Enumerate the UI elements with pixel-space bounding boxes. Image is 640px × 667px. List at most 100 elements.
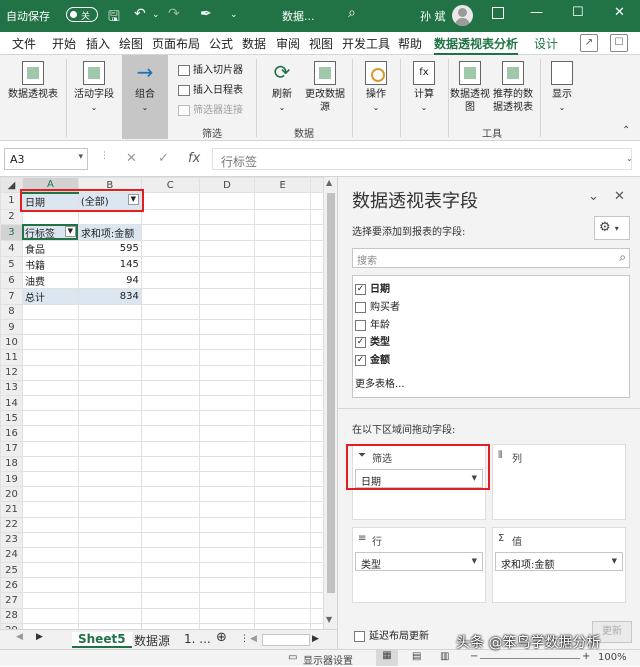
row-header[interactable]: 19 [0,470,23,488]
column-header[interactable]: D [198,177,256,194]
row-header[interactable]: 6 [0,271,23,289]
row-value-cell[interactable]: 94 [77,271,142,289]
cell[interactable] [140,531,200,548]
page-layout-view-icon[interactable]: ▤ [412,651,421,662]
recommended-pivot-button[interactable]: 推荐的数据透视表 [490,61,536,114]
cell[interactable] [21,349,79,366]
cell[interactable] [254,440,312,457]
cell[interactable] [77,516,142,533]
cell[interactable] [140,440,200,457]
scroll-down-icon[interactable]: ▼ [326,615,332,624]
more-tables-link[interactable]: 更多表格... [355,375,405,390]
row-header[interactable]: 8 [0,303,23,321]
cell[interactable] [21,364,79,381]
cell[interactable] [140,319,200,336]
change-source-button[interactable]: 更改数据源 [302,61,348,114]
search-icon[interactable]: ⌕ [619,250,626,265]
field-item[interactable]: ✓ 金额 [355,351,390,366]
cell[interactable] [21,516,79,533]
row-label-cell[interactable]: 书籍 [21,255,79,273]
cell[interactable] [140,410,200,427]
document-title[interactable]: 数据... [282,8,315,24]
expand-formula-icon[interactable]: ⌄ [626,154,633,163]
collapse-ribbon-icon[interactable]: ⌃ [622,125,630,136]
tab-help[interactable]: 帮助 [398,35,422,52]
cell[interactable] [77,303,142,321]
total-value-cell[interactable]: 834 [77,287,142,305]
pivot-chart-button[interactable]: 数据透视图 [450,61,490,114]
rows-area-item[interactable]: 类型 ▼ [355,552,483,571]
cell[interactable] [254,501,312,518]
row-header[interactable]: 14 [0,394,23,412]
cell[interactable] [77,440,142,457]
total-label-cell[interactable]: 总计 [21,287,79,305]
save-icon[interactable]: 🖫 [108,6,120,30]
cell[interactable] [198,410,256,427]
cell[interactable] [140,287,200,305]
row-header[interactable]: 20 [0,486,23,503]
checkbox-checked[interactable]: ✓ [355,354,366,366]
cell[interactable] [254,425,312,442]
cell[interactable] [254,287,312,305]
sheet-tab-datasource[interactable]: 数据源 [134,632,170,649]
cell[interactable] [198,470,256,488]
cell[interactable] [21,394,79,412]
pane-options-icon[interactable]: ⌄ [588,189,599,204]
row-header[interactable]: 4 [0,239,23,257]
cell[interactable] [254,516,312,533]
cell[interactable] [254,271,312,289]
row-header[interactable]: 22 [0,516,23,533]
cell[interactable] [21,486,79,503]
cell[interactable] [77,592,142,609]
tab-draw[interactable]: 绘图 [119,35,143,52]
cell[interactable] [140,607,200,624]
worksheet[interactable]: ◢ A B C D E 1 日期 (全部) ▼ 2 3 行标签 ▼ 求和项:金额 4… [0,177,337,629]
tab-insert[interactable]: 插入 [86,35,110,52]
row-header[interactable]: 9 [0,319,23,336]
row-label-cell[interactable]: 油费 [21,271,79,289]
tools-gear-button[interactable]: ⚙ ▾ [594,216,630,240]
cell[interactable] [198,394,256,412]
cell[interactable] [254,192,312,210]
cancel-icon[interactable]: ✕ [126,151,137,166]
cell[interactable] [77,486,142,503]
qat-customize-icon[interactable]: ⌄ [230,10,238,20]
cell[interactable] [21,592,79,609]
field-item[interactable]: 购买者 [355,298,400,313]
cell[interactable] [254,379,312,397]
filter-connections-button[interactable]: 筛选器连接 [178,101,243,116]
cell[interactable] [77,562,142,579]
cell[interactable] [21,607,79,624]
cell[interactable] [21,577,79,594]
cell[interactable] [140,516,200,533]
cell[interactable] [198,349,256,366]
cell[interactable] [140,501,200,518]
cell[interactable] [77,546,142,564]
comments-icon[interactable]: ☐ [610,34,628,52]
cell[interactable] [198,455,256,472]
cell[interactable] [254,577,312,594]
row-value-cell[interactable]: 145 [77,255,142,273]
row-header[interactable]: 10 [0,334,23,351]
cell[interactable] [198,577,256,594]
cell[interactable] [254,223,312,241]
row-value-cell[interactable]: 595 [77,239,142,257]
column-header[interactable]: C [140,177,200,194]
cell[interactable] [254,349,312,366]
cell[interactable] [254,410,312,427]
cell[interactable] [21,334,79,351]
tab-file[interactable]: 文件 [12,35,36,52]
cell[interactable] [198,223,256,241]
pane-close-icon[interactable]: ✕ [614,189,625,204]
values-area-item[interactable]: 求和项:金额 ▼ [495,552,623,571]
refresh-button[interactable]: ⟳ 刷新 ⌄ [262,61,302,114]
hscroll-right-icon[interactable]: ▶ [312,634,319,644]
cell[interactable] [77,394,142,412]
cell[interactable] [198,486,256,503]
close-icon[interactable]: ✕ [614,5,625,20]
undo-icon[interactable]: ↶ [134,6,146,22]
enter-icon[interactable]: ✓ [158,151,169,166]
cell[interactable] [140,486,200,503]
insert-function-icon[interactable]: fx [188,151,200,166]
display-settings-icon[interactable]: ▭ [288,652,297,663]
